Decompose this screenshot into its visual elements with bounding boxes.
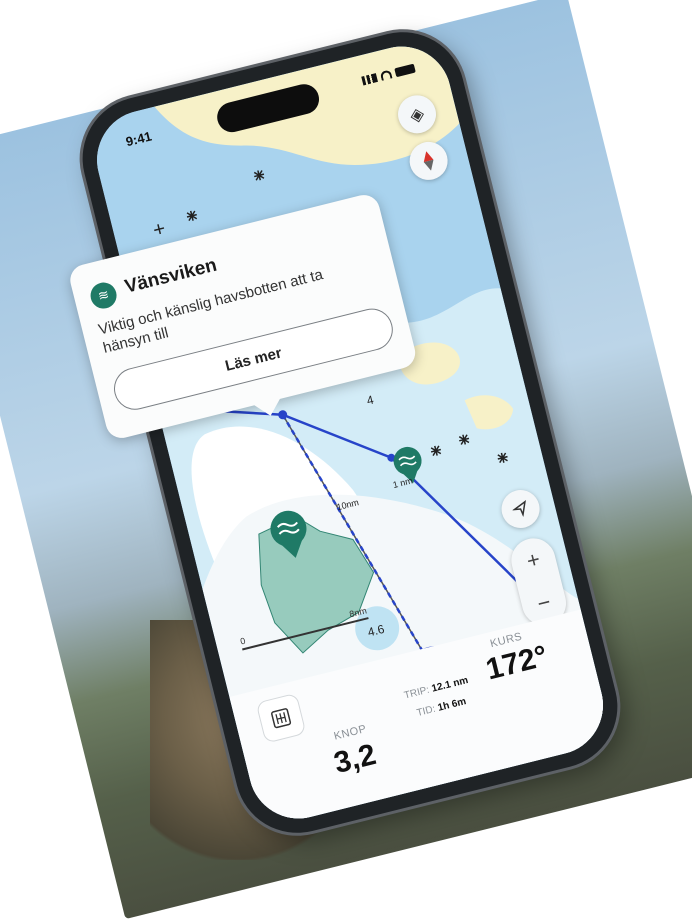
trip-label: TRIP: <box>403 684 431 702</box>
status-icons <box>361 63 416 86</box>
knop-value: 3,2 <box>330 737 380 781</box>
layers-icon: ◈ <box>407 102 427 126</box>
route-button[interactable] <box>255 692 307 744</box>
tid-row: TID: 1h 6m <box>416 696 468 719</box>
trip-value: 12.1 nm <box>430 674 470 695</box>
tid-label: TID: <box>415 703 437 719</box>
seabed-protection-icon: ≋ <box>87 279 120 312</box>
tid-value: 1h 6m <box>436 696 468 714</box>
route-planner-icon <box>271 708 292 729</box>
battery-icon <box>394 63 416 78</box>
compass-icon <box>423 151 434 171</box>
signal-icon <box>361 73 378 86</box>
wifi-icon <box>379 69 393 81</box>
navigate-arrow-icon <box>511 500 526 518</box>
status-time: 9:41 <box>124 128 154 150</box>
popup-title: Vänsviken <box>122 254 220 298</box>
